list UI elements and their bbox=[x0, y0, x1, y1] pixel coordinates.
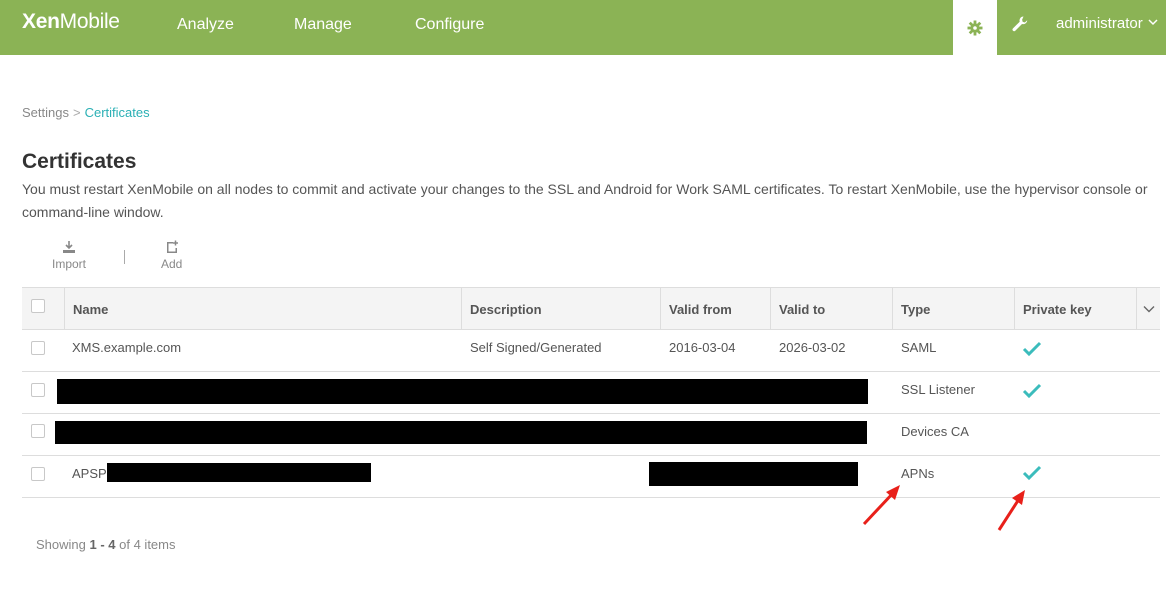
cell-valid-to: 2026-03-02 bbox=[779, 340, 846, 355]
row-checkbox[interactable] bbox=[31, 424, 45, 438]
xenmobile-logo[interactable]: XenMobile bbox=[22, 10, 120, 34]
annotation-arrow-icon bbox=[862, 485, 900, 526]
breadcrumb: Settings > Certificates bbox=[22, 105, 150, 120]
annotation-arrow-icon bbox=[997, 490, 1025, 531]
cell-name: XMS.example.com bbox=[72, 340, 182, 355]
table-row[interactable]: SSL Listener bbox=[22, 372, 1160, 414]
cell-description: Self Signed/Generated bbox=[470, 340, 602, 355]
settings-button[interactable] bbox=[953, 0, 997, 55]
import-icon bbox=[63, 241, 75, 253]
page-description: You must restart XenMobile on all nodes … bbox=[22, 181, 1148, 220]
cell-valid-from: 2016-03-04 bbox=[669, 340, 736, 355]
table-row[interactable]: Devices CA bbox=[22, 414, 1160, 456]
checkmark-icon bbox=[1022, 465, 1042, 481]
row-checkbox[interactable] bbox=[31, 383, 45, 397]
pagination-suffix: of 4 items bbox=[119, 537, 176, 552]
chevron-down-icon bbox=[1143, 305, 1154, 312]
nav-configure[interactable]: Configure bbox=[415, 16, 484, 34]
nav-manage[interactable]: Manage bbox=[294, 16, 352, 34]
cell-name: APSP: bbox=[72, 466, 111, 481]
logo-bold-text: Xen bbox=[22, 10, 60, 33]
redaction-bar bbox=[55, 421, 867, 444]
add-document-icon bbox=[166, 240, 178, 253]
column-valid-from[interactable]: Valid from bbox=[660, 288, 770, 329]
nav-analyze[interactable]: Analyze bbox=[177, 16, 234, 34]
redaction-bar bbox=[649, 462, 858, 486]
column-menu-button[interactable] bbox=[1136, 288, 1160, 329]
gear-icon bbox=[967, 20, 983, 35]
certificates-table: Name Description Valid from Valid to Typ… bbox=[22, 287, 1160, 498]
add-label: Add bbox=[161, 257, 183, 271]
table-row[interactable]: APSP: APNs bbox=[22, 456, 1160, 498]
toolbar-divider bbox=[124, 250, 125, 264]
table-header: Name Description Valid from Valid to Typ… bbox=[22, 287, 1160, 330]
column-description[interactable]: Description bbox=[461, 288, 660, 329]
pagination-range: 1 - 4 bbox=[89, 537, 116, 552]
checkmark-icon bbox=[1022, 383, 1042, 399]
chevron-down-icon[interactable] bbox=[1148, 18, 1158, 26]
pagination-prefix: Showing bbox=[36, 537, 86, 552]
column-type[interactable]: Type bbox=[892, 288, 1014, 329]
select-all-cell bbox=[22, 288, 64, 329]
checkmark-icon bbox=[1022, 341, 1042, 357]
table-row[interactable]: XMS.example.com Self Signed/Generated 20… bbox=[22, 330, 1160, 372]
select-all-checkbox[interactable] bbox=[31, 299, 45, 313]
page-title: Certificates bbox=[22, 150, 137, 173]
column-valid-to[interactable]: Valid to bbox=[770, 288, 892, 329]
pagination-status: Showing 1 - 4 of 4 items bbox=[36, 537, 176, 552]
redaction-bar bbox=[57, 379, 868, 404]
cell-type: Devices CA bbox=[901, 424, 969, 439]
redaction-bar bbox=[107, 463, 371, 482]
breadcrumb-separator: > bbox=[72, 105, 81, 120]
user-menu[interactable]: administrator bbox=[1056, 15, 1143, 32]
import-button[interactable]: Import bbox=[52, 240, 86, 271]
top-nav-bar: XenMobile Analyze Manage Configure admin… bbox=[0, 0, 1166, 55]
row-checkbox[interactable] bbox=[31, 341, 45, 355]
row-checkbox[interactable] bbox=[31, 467, 45, 481]
add-button[interactable]: Add bbox=[161, 240, 182, 271]
column-private-key[interactable]: Private key bbox=[1014, 288, 1136, 329]
logo-light-text: Mobile bbox=[59, 10, 120, 33]
breadcrumb-certificates[interactable]: Certificates bbox=[85, 105, 150, 120]
column-name[interactable]: Name bbox=[64, 288, 461, 329]
wrench-icon[interactable] bbox=[1010, 14, 1030, 34]
cell-type: SSL Listener bbox=[901, 382, 975, 397]
breadcrumb-settings[interactable]: Settings bbox=[22, 105, 69, 120]
import-label: Import bbox=[52, 257, 87, 271]
cell-type: SAML bbox=[901, 340, 937, 355]
